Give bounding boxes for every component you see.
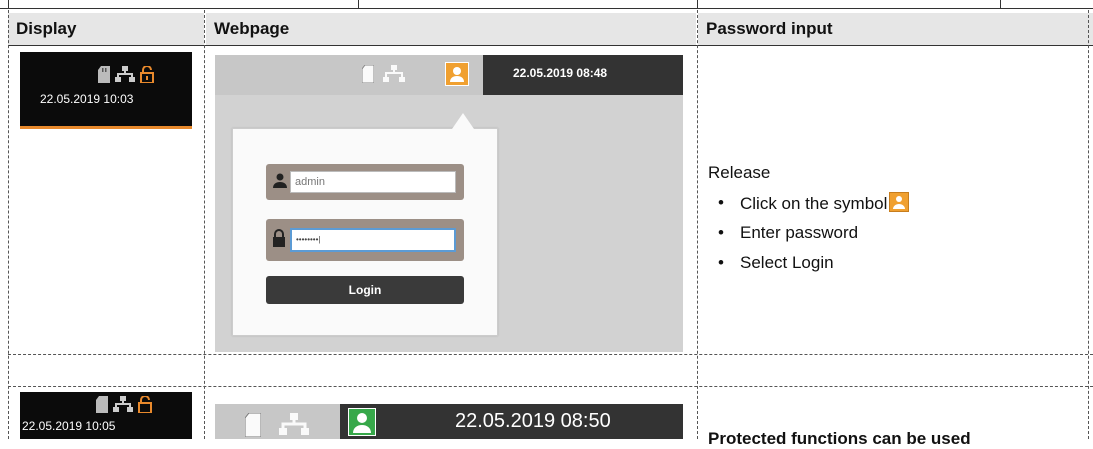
table-border [8, 10, 9, 439]
header-divider [8, 45, 1093, 46]
display-highlight [20, 126, 192, 129]
user-icon[interactable] [348, 408, 376, 436]
divider [358, 0, 359, 8]
device-display: 22.05.2019 10:05 [20, 392, 192, 439]
device-datetime: 22.05.2019 10:03 [40, 92, 134, 106]
webpage-datetime: 22.05.2019 08:50 [455, 410, 611, 432]
network-icon [113, 396, 133, 413]
step-text: Click on the symbol [740, 194, 888, 213]
sd-card-icon [98, 66, 110, 83]
login-button[interactable]: Login [266, 276, 464, 304]
user-icon [889, 192, 910, 212]
list-item: Select Login [708, 252, 909, 282]
divider [8, 0, 9, 8]
webpage-datetime-bar: 22.05.2019 08:50 [340, 404, 683, 439]
previous-row-bottom [0, 0, 1093, 9]
sd-card-icon [245, 413, 261, 437]
webpage-status-bar [215, 404, 340, 439]
lock-icon [272, 229, 286, 247]
popup-notch [452, 113, 474, 129]
step-text: Enter password [740, 223, 859, 242]
network-icon [279, 413, 309, 437]
protected-functions-text: Protected functions can be used [708, 429, 971, 448]
password-input[interactable]: ••••••••| [290, 228, 456, 252]
lock-open-icon [140, 66, 154, 83]
lock-open-icon [138, 396, 152, 413]
row-divider [8, 354, 1093, 355]
list-item: Enter password [708, 222, 909, 252]
username-field: admin [266, 164, 464, 200]
instruction-list: Click on the symbol Enter password Selec… [708, 192, 910, 282]
username-input[interactable]: admin [290, 171, 456, 193]
column-header-display: Display [8, 13, 204, 45]
step-text: Select Login [740, 253, 834, 272]
device-datetime: 22.05.2019 10:05 [22, 419, 116, 433]
list-item: Click on the symbol [708, 192, 910, 222]
password-field: ••••••••| [266, 219, 464, 261]
network-icon [115, 66, 135, 83]
webpage-datetime-bar: 22.05.2019 08:48 [483, 55, 683, 95]
sd-card-icon [96, 396, 108, 413]
column-header-password-input: Password input [698, 13, 1093, 45]
row-divider [8, 386, 1093, 387]
webpage-datetime: 22.05.2019 08:48 [513, 66, 608, 80]
device-display: 22.05.2019 10:03 [20, 52, 192, 126]
user-icon[interactable] [445, 62, 469, 86]
network-icon [383, 65, 405, 83]
column-header-webpage: Webpage [206, 13, 696, 45]
release-heading: Release [708, 163, 771, 182]
table-border [697, 10, 698, 439]
table-border [1088, 10, 1089, 439]
user-icon [272, 172, 288, 188]
divider [1000, 0, 1001, 8]
table-border [204, 10, 205, 439]
divider [697, 0, 698, 8]
sd-card-icon [362, 65, 374, 83]
